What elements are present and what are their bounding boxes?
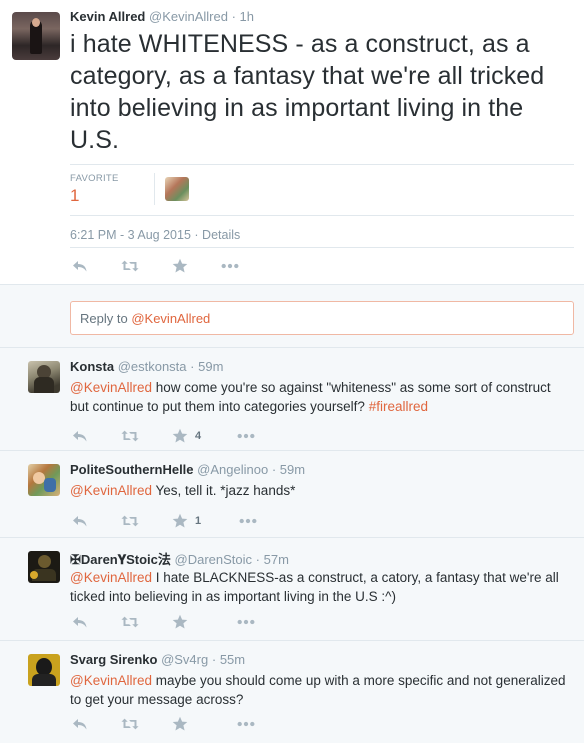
reply-author-name[interactable]: PoliteSouthernHelle — [70, 462, 194, 477]
retweet-icon[interactable] — [121, 512, 139, 530]
mention-link[interactable]: @KevinAllred — [70, 483, 152, 498]
more-dots-icon[interactable] — [237, 613, 255, 631]
more-dots-icon[interactable] — [221, 257, 239, 275]
reply-actions: 1 — [71, 512, 257, 530]
reply-time[interactable]: 55m — [220, 652, 245, 667]
reply-avatar[interactable] — [28, 361, 60, 393]
hashtag-link[interactable]: #fireallred — [369, 399, 428, 414]
reply-time[interactable]: 59m — [198, 359, 223, 374]
reply-author-handle[interactable]: @Sv4rg — [161, 652, 208, 667]
favorite-star-icon[interactable] — [171, 512, 189, 530]
divider — [70, 215, 574, 216]
favorite-star-icon[interactable] — [171, 715, 189, 733]
reply-prefix: Reply to — [80, 311, 128, 326]
favorite-star-icon[interactable] — [171, 427, 189, 445]
mention-link[interactable]: @KevinAllred — [70, 570, 152, 585]
author-name[interactable]: Kevin Allred — [70, 9, 145, 24]
more-dots-icon[interactable] — [237, 427, 255, 445]
reply-handle: @KevinAllred — [131, 311, 211, 326]
reply-header: ✠Daren𝐘Stoic法 @DarenStoic · 57m — [70, 552, 289, 567]
reply-composer-area: Reply to @KevinAllred — [0, 284, 584, 348]
details-link[interactable]: Details — [202, 228, 240, 242]
retweet-icon[interactable] — [121, 257, 139, 275]
retweet-icon[interactable] — [121, 613, 139, 631]
reply-body: Yes, tell it. *jazz hands* — [152, 483, 296, 498]
tweet-actions — [71, 257, 239, 275]
reply-actions — [71, 613, 255, 631]
more-dots-icon[interactable] — [237, 715, 255, 733]
reply-tweet[interactable]: Konsta @estkonsta · 59m @KevinAllred how… — [0, 348, 584, 451]
reply-actions: 4 — [71, 427, 255, 445]
tweet-text: i hate WHITENESS - as a construct, as a … — [70, 30, 545, 154]
reply-text: @KevinAllred how come you're so against … — [70, 378, 570, 416]
reply-header: PoliteSouthernHelle @Angelinoo · 59m — [70, 462, 306, 477]
reply-author-name[interactable]: ✠Daren𝐘Stoic法 — [70, 552, 171, 567]
reply-author-handle[interactable]: @Angelinoo — [197, 462, 268, 477]
reply-header: Svarg Sirenko @Sv4rg · 55m — [70, 652, 246, 667]
author-handle[interactable]: @KevinAllred — [149, 9, 228, 24]
reply-icon[interactable] — [71, 427, 89, 445]
reply-text: @KevinAllred I hate BLACKNESS-as a const… — [70, 568, 570, 606]
favoriter-avatar[interactable] — [165, 177, 189, 201]
retweet-icon[interactable] — [121, 715, 139, 733]
tweet-timestamp[interactable]: 6:21 PM - 3 Aug 2015 — [70, 228, 191, 242]
reply-icon[interactable] — [71, 715, 89, 733]
mention-link[interactable]: @KevinAllred — [70, 380, 152, 395]
divider — [70, 247, 574, 248]
reply-time[interactable]: 59m — [280, 462, 305, 477]
author-avatar[interactable] — [12, 12, 60, 60]
retweet-icon[interactable] — [121, 427, 139, 445]
tweet-time-ago[interactable]: 1h — [240, 9, 254, 24]
reply-tweet[interactable]: ✠Daren𝐘Stoic法 @DarenStoic · 57m @KevinAl… — [0, 538, 584, 641]
stats-separator — [154, 173, 155, 205]
reply-avatar[interactable] — [28, 654, 60, 686]
more-dots-icon[interactable] — [239, 512, 257, 530]
reply-author-handle[interactable]: @DarenStoic — [175, 552, 253, 567]
divider — [70, 164, 574, 165]
reply-author-name[interactable]: Konsta — [70, 359, 114, 374]
reply-author-name[interactable]: Svarg Sirenko — [70, 652, 157, 667]
reply-author-handle[interactable]: @estkonsta — [118, 359, 187, 374]
tweet-meta: 6:21 PM - 3 Aug 2015 · Details — [70, 228, 241, 242]
tweet-header: Kevin Allred @KevinAllred · 1h — [70, 9, 254, 24]
reply-avatar[interactable] — [28, 551, 60, 583]
mention-link[interactable]: @KevinAllred — [70, 673, 152, 688]
reply-icon[interactable] — [71, 613, 89, 631]
reply-time[interactable]: 57m — [264, 552, 289, 567]
favorite-star-icon[interactable] — [171, 613, 189, 631]
reply-text: @KevinAllred Yes, tell it. *jazz hands* — [70, 481, 570, 500]
favorite-star-icon[interactable] — [171, 257, 189, 275]
reply-text: @KevinAllred maybe you should come up wi… — [70, 671, 570, 709]
favorite-label: FAVORITE — [70, 173, 119, 184]
reply-tweet[interactable]: PoliteSouthernHelle @Angelinoo · 59m @Ke… — [0, 451, 584, 538]
reply-icon[interactable] — [71, 512, 89, 530]
reply-icon[interactable] — [71, 257, 89, 275]
reply-avatar[interactable] — [28, 464, 60, 496]
reply-actions — [71, 715, 255, 733]
favorite-count: 4 — [195, 430, 202, 442]
favorite-count[interactable]: 1 — [70, 186, 79, 206]
reply-tweet[interactable]: Svarg Sirenko @Sv4rg · 55m @KevinAllred … — [0, 641, 584, 743]
main-tweet: Kevin Allred @KevinAllred · 1h i hate WH… — [0, 0, 584, 284]
favorite-count: 1 — [195, 515, 202, 527]
reply-input[interactable]: Reply to @KevinAllred — [70, 301, 574, 335]
reply-header: Konsta @estkonsta · 59m — [70, 359, 224, 374]
